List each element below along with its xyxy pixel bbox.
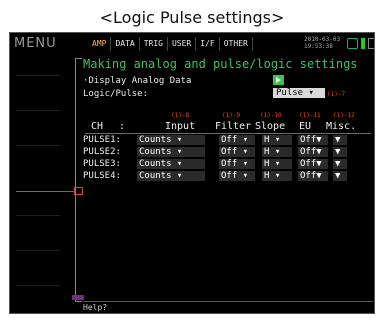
header-divider: [85, 133, 371, 134]
date-text: 2010-03-03: [304, 36, 341, 43]
storage-icon: [368, 38, 374, 49]
tab-bar: AMP DATA TRIG USER I/F OTHER: [88, 37, 253, 51]
row-2-misc-select[interactable]: ▼: [333, 147, 347, 157]
grid-line: [16, 285, 60, 286]
grid-line: [16, 75, 60, 76]
battery-icon: [361, 38, 365, 49]
time-text: 19:53:38: [304, 43, 333, 50]
page-caption: <Logic Pulse settings>: [99, 8, 285, 27]
waveform-trace: [16, 191, 76, 192]
device-screen: MENU AMP DATA TRIG USER I/F OTHER 2010-0…: [9, 32, 375, 314]
slope-tag: (1)-10: [260, 112, 282, 119]
row-3-eu-select[interactable]: Off▼: [298, 159, 328, 169]
row-3-filter-select[interactable]: Off ▾: [219, 159, 255, 169]
row-2-eu-select[interactable]: Off▼: [298, 147, 328, 157]
tab-if[interactable]: I/F: [196, 37, 220, 51]
tab-user[interactable]: USER: [168, 37, 197, 51]
row-2-input-select[interactable]: Counts ▾: [137, 147, 205, 157]
row-2-filter-select[interactable]: Off ▾: [219, 147, 255, 157]
row-1-filter-select[interactable]: Off ▾: [219, 135, 255, 145]
grid-line: [16, 250, 60, 251]
status-ring-icon: [347, 38, 358, 49]
row-2-channel: PULSE2:: [83, 147, 121, 157]
waveform-sidebar: [12, 55, 84, 302]
help-bar: Help?: [83, 301, 373, 313]
row-3-slope-select[interactable]: H ▾: [262, 159, 292, 169]
tab-other[interactable]: OTHER: [220, 37, 253, 51]
misc-tag: (1)-12: [333, 112, 355, 119]
logic-pulse-label: Logic/Pulse:: [83, 89, 149, 99]
input-tag: (1)-8: [171, 112, 190, 119]
grid-line: [16, 110, 60, 111]
channel-marker[interactable]: [74, 187, 83, 195]
column-slope: Slope: [255, 121, 286, 132]
column-colon: :: [119, 121, 126, 132]
row-4-filter-select[interactable]: Off ▾: [219, 171, 255, 181]
tab-data[interactable]: DATA: [111, 37, 140, 51]
scale-bar: [75, 58, 76, 302]
filter-tag: (1)-9: [222, 112, 241, 119]
grid-line: [16, 215, 60, 216]
column-misc: Misc.: [326, 121, 357, 132]
column-input: Input: [165, 121, 196, 132]
display-analog-label: ·Display Analog Data: [83, 76, 192, 86]
tab-amp[interactable]: AMP: [88, 37, 112, 51]
row-3-channel: PULSE3:: [83, 159, 121, 169]
logic-pulse-select[interactable]: Pulse ▾: [273, 88, 325, 98]
row-4-input-select[interactable]: Counts ▾: [137, 171, 205, 181]
row-3-input-select[interactable]: Counts ▾: [137, 159, 205, 169]
eu-tag: (1)-11: [299, 112, 321, 119]
row-4-eu-select[interactable]: Off▼: [298, 171, 328, 181]
page-title: Making analog and pulse/logic settings: [83, 57, 358, 71]
row-4-misc-select[interactable]: ▼: [333, 171, 347, 181]
row-1-misc-select[interactable]: ▼: [333, 135, 347, 145]
row-1-eu-select[interactable]: Off▼: [298, 135, 328, 145]
scale-tick: [75, 301, 82, 302]
logic-pulse-tag: (1)-7: [327, 91, 346, 98]
menu-label[interactable]: MENU: [14, 36, 57, 51]
column-ch: CH: [91, 121, 104, 132]
grid-line: [16, 145, 60, 146]
datetime: 2010-03-03 19:53:38: [304, 36, 340, 50]
display-analog-button[interactable]: [273, 75, 284, 85]
tab-trig[interactable]: TRIG: [140, 37, 168, 51]
status-icons: [347, 38, 374, 49]
column-filter: Filter: [215, 121, 252, 132]
row-2-slope-select[interactable]: H ▾: [262, 147, 292, 157]
column-eu: EU: [299, 121, 312, 132]
help-text[interactable]: Help?: [83, 303, 107, 312]
row-1-slope-select[interactable]: H ▾: [262, 135, 292, 145]
row-1-channel: PULSE1:: [83, 135, 121, 145]
settings-panel: Making analog and pulse/logic settings ·…: [83, 55, 373, 299]
row-1-input-select[interactable]: Counts ▾: [137, 135, 205, 145]
row-3-misc-select[interactable]: ▼: [333, 159, 347, 169]
scale-tick: [75, 58, 82, 59]
row-4-channel: PULSE4:: [83, 171, 121, 181]
row-4-slope-select[interactable]: H ▾: [262, 171, 292, 181]
